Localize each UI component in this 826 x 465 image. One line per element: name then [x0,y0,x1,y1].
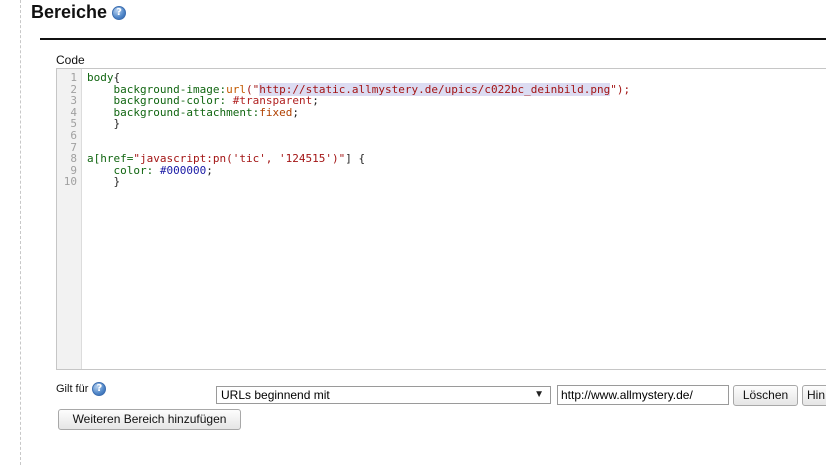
brace: } [113,175,121,189]
scope-label: Gilt für ? [56,382,107,396]
add-area-button[interactable]: Weiteren Bereich hinzufügen [58,409,241,430]
left-dashed-border [20,0,21,465]
page-title-text: Bereiche [31,2,108,22]
help-icon[interactable]: ? [92,382,107,396]
css-property: background-attachment: [113,105,260,119]
scope-label-text: Gilt für [56,383,89,395]
code-label: Code [56,53,85,67]
punct: ; [312,94,319,108]
punct: ; [292,105,299,119]
css-value: #000000 [159,163,207,177]
line-number: 6 [70,128,77,142]
code-line: 6 [57,130,826,142]
punct: "); [610,82,631,96]
code-editor[interactable]: 1 body{ 2 background-image:url("http://s… [56,68,826,370]
code-line: 5 } [57,118,826,130]
section-divider [40,38,826,40]
scope-type-value: URLs beginnend mit [221,388,330,402]
css-property: color: [113,163,160,177]
line-number: 8 [70,152,77,166]
code-line: 9 color: #000000; [57,163,826,177]
brace: } [113,117,121,131]
code-line: 10 } [57,176,826,188]
delete-button[interactable]: Löschen [733,385,798,406]
dropdown-arrow-icon: ▼ [534,389,544,400]
css-value: fixed [259,105,293,119]
punct: ; [206,163,213,177]
scope-type-select[interactable]: URLs beginnend mit ▼ [216,386,551,404]
help-icon[interactable]: ? [112,5,127,20]
page-title: Bereiche ? [31,2,127,23]
code-line: 4 background-attachment:fixed; [57,105,826,119]
line-number: 10 [63,175,77,189]
scope-url-input[interactable] [557,385,729,405]
code-lines[interactable]: 1 body{ 2 background-image:url("http://s… [57,72,826,188]
add-scope-button-truncated[interactable]: Hin [802,385,826,406]
brace: ] { [345,152,366,166]
line-number: 1 [70,71,77,84]
